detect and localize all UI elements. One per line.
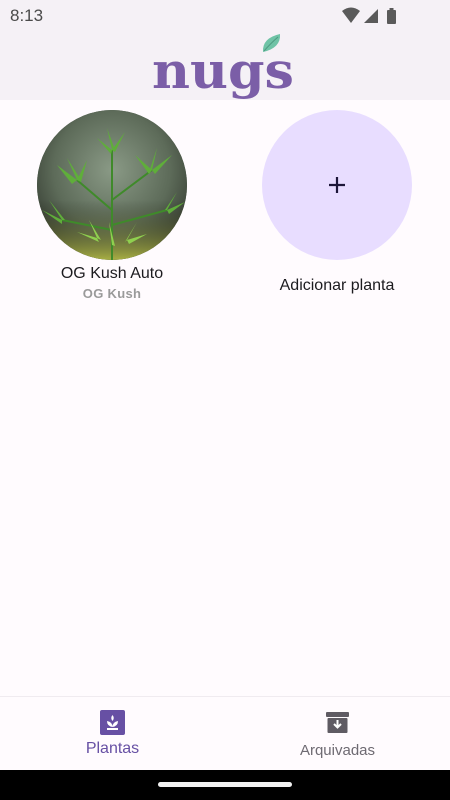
signal-icon [364, 9, 378, 23]
archive-icon [326, 712, 349, 733]
status-icons [342, 7, 396, 24]
home-gesture-handle[interactable] [158, 782, 292, 787]
plant-card[interactable]: OG Kush Auto OG Kush [37, 110, 187, 301]
add-plant-label: Adicionar planta [279, 277, 395, 294]
logo-text: nugs [152, 41, 294, 100]
app-bar: nugs [0, 32, 450, 100]
add-plant-circle[interactable] [262, 110, 412, 260]
nav-label-arquivadas: Arquivadas [299, 742, 376, 759]
plus-icon [329, 177, 345, 193]
plant-name: OG Kush Auto [60, 265, 164, 282]
nav-label-plantas: Plantas [85, 740, 140, 757]
bottom-navigation: Plantas Arquivadas [0, 696, 450, 771]
nugs-logo: nugs [152, 34, 294, 100]
nav-item-plantas[interactable]: Plantas [0, 697, 225, 771]
plant-grid: OG Kush Auto OG Kush Adicionar planta [0, 100, 450, 696]
plant-photo [37, 110, 187, 260]
system-gesture-bar [0, 770, 450, 800]
plant-icon [100, 710, 125, 735]
status-time: 8:13 [10, 6, 44, 25]
status-bar: 8:13 [0, 0, 450, 32]
plant-strain: OG Kush [82, 286, 142, 301]
battery-icon [387, 8, 396, 24]
add-plant-button[interactable]: Adicionar planta [262, 110, 412, 296]
nav-item-arquivadas[interactable]: Arquivadas [225, 697, 450, 771]
wifi-icon [342, 7, 360, 23]
